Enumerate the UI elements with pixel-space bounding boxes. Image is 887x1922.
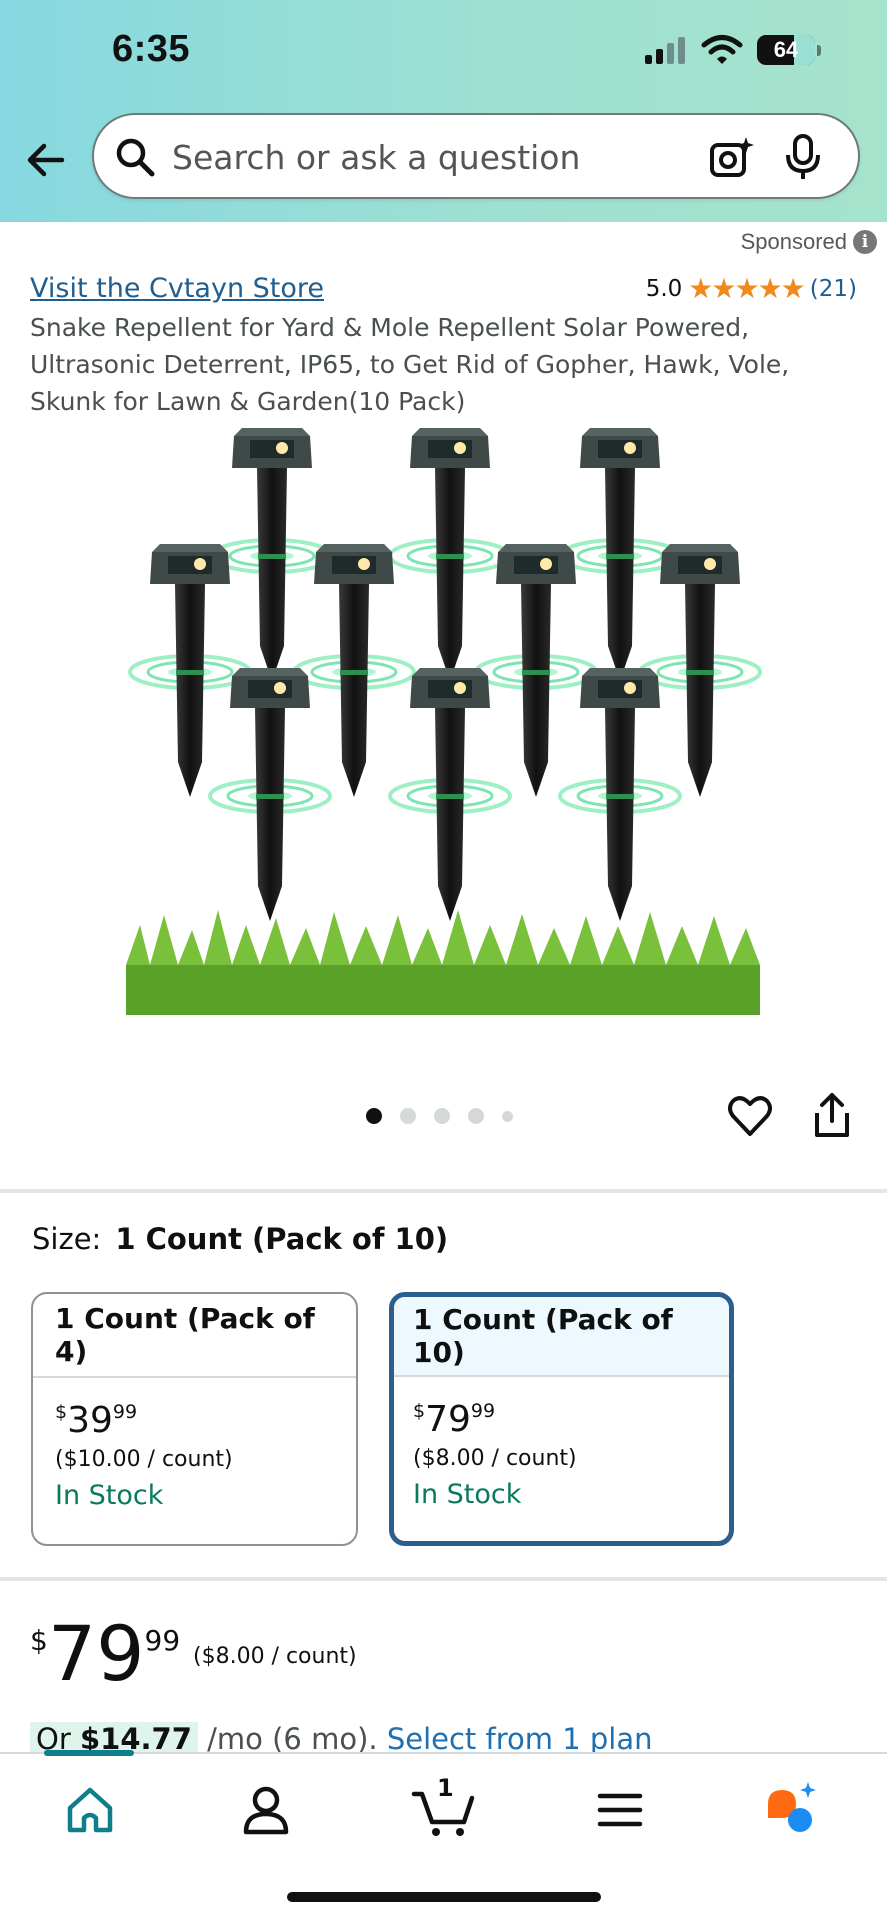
size-option-title: 1 Count (Pack of 10) bbox=[394, 1297, 729, 1377]
rating-value: 5.0 bbox=[645, 275, 683, 302]
rufus-ai-icon[interactable] bbox=[762, 1780, 822, 1840]
heart-icon[interactable] bbox=[727, 1094, 773, 1138]
select-plan-link[interactable]: Select from 1 plan bbox=[387, 1722, 653, 1756]
product-image[interactable] bbox=[120, 420, 770, 1030]
carousel-dot[interactable] bbox=[468, 1108, 484, 1124]
main-price: $ 79 99 bbox=[30, 1614, 180, 1694]
size-option-unit-price: ($10.00 / count) bbox=[55, 1447, 233, 1472]
search-input[interactable] bbox=[170, 133, 674, 181]
header: 6:35 64 bbox=[0, 0, 887, 222]
size-option-stock: In Stock bbox=[413, 1479, 522, 1510]
search-bar[interactable] bbox=[92, 113, 860, 199]
size-option-unit-price: ($8.00 / count) bbox=[413, 1446, 577, 1471]
store-link[interactable]: Visit the Cvtayn Store bbox=[30, 273, 324, 304]
camera-search-icon[interactable] bbox=[708, 135, 754, 181]
status-icons: 64 bbox=[643, 34, 821, 66]
carousel-dot[interactable] bbox=[366, 1108, 382, 1124]
size-label: Size: 1 Count (Pack of 10) bbox=[32, 1222, 448, 1256]
size-option-stock: In Stock bbox=[55, 1480, 164, 1511]
star-rating-icon: ★★★★★ bbox=[688, 272, 806, 305]
product-title: Snake Repellent for Yard & Mole Repellen… bbox=[30, 313, 790, 416]
nav-active-indicator bbox=[44, 1750, 134, 1756]
carousel-dot[interactable] bbox=[400, 1108, 416, 1124]
divider bbox=[0, 1577, 887, 1581]
price-whole: 39 bbox=[67, 1400, 113, 1441]
price-fraction: 99 bbox=[470, 1400, 496, 1422]
size-label-text: Size: bbox=[32, 1222, 102, 1256]
size-option-pack-of-10[interactable]: 1 Count (Pack of 10) $7999 ($8.00 / coun… bbox=[389, 1292, 734, 1546]
cart-button[interactable]: 1 bbox=[410, 1774, 480, 1840]
grass bbox=[126, 910, 760, 1015]
carousel-dot[interactable] bbox=[434, 1108, 450, 1124]
size-option-price: $7999 bbox=[413, 1399, 729, 1440]
main-price-fraction: 99 bbox=[144, 1624, 181, 1657]
size-option-price: $3999 bbox=[55, 1400, 356, 1441]
back-arrow-icon[interactable] bbox=[22, 136, 70, 184]
size-option-title: 1 Count (Pack of 4) bbox=[33, 1294, 356, 1378]
home-icon[interactable] bbox=[60, 1780, 120, 1840]
cart-count: 1 bbox=[437, 1774, 454, 1802]
info-icon[interactable]: i bbox=[853, 230, 877, 254]
price-whole: 79 bbox=[425, 1399, 471, 1440]
review-count[interactable]: (21) bbox=[810, 276, 857, 302]
wifi-icon bbox=[701, 35, 743, 64]
share-icon[interactable] bbox=[811, 1091, 853, 1139]
battery-level: 64 bbox=[773, 37, 799, 62]
search-icon bbox=[116, 138, 155, 177]
home-indicator bbox=[287, 1892, 601, 1902]
menu-icon[interactable] bbox=[590, 1780, 650, 1840]
microphone-icon[interactable] bbox=[780, 133, 826, 181]
sponsored-text: Sponsored bbox=[740, 229, 847, 254]
main-price-currency: $ bbox=[30, 1624, 48, 1657]
rating[interactable]: 5.0 ★★★★★ (21) bbox=[646, 272, 857, 305]
image-carousel-dots[interactable] bbox=[366, 1108, 513, 1124]
divider bbox=[0, 1189, 887, 1193]
main-price-whole: 79 bbox=[47, 1609, 145, 1698]
size-option-pack-of-4[interactable]: 1 Count (Pack of 4) $3999 ($10.00 / coun… bbox=[31, 1292, 358, 1546]
battery-icon: 64 bbox=[757, 35, 821, 65]
main-unit-price: ($8.00 / count) bbox=[193, 1644, 357, 1669]
monthly-suffix: /mo (6 mo). bbox=[197, 1722, 387, 1756]
price-fraction: 99 bbox=[112, 1401, 138, 1423]
account-icon[interactable] bbox=[236, 1780, 296, 1840]
carousel-dot[interactable] bbox=[502, 1110, 513, 1122]
status-time: 6:35 bbox=[112, 28, 191, 70]
sponsored-label[interactable]: Sponsored i bbox=[741, 229, 877, 255]
size-selected-value: 1 Count (Pack of 10) bbox=[115, 1222, 449, 1256]
cellular-signal-icon bbox=[645, 37, 685, 64]
price-currency: $ bbox=[413, 1400, 426, 1422]
price-currency: $ bbox=[55, 1401, 68, 1423]
